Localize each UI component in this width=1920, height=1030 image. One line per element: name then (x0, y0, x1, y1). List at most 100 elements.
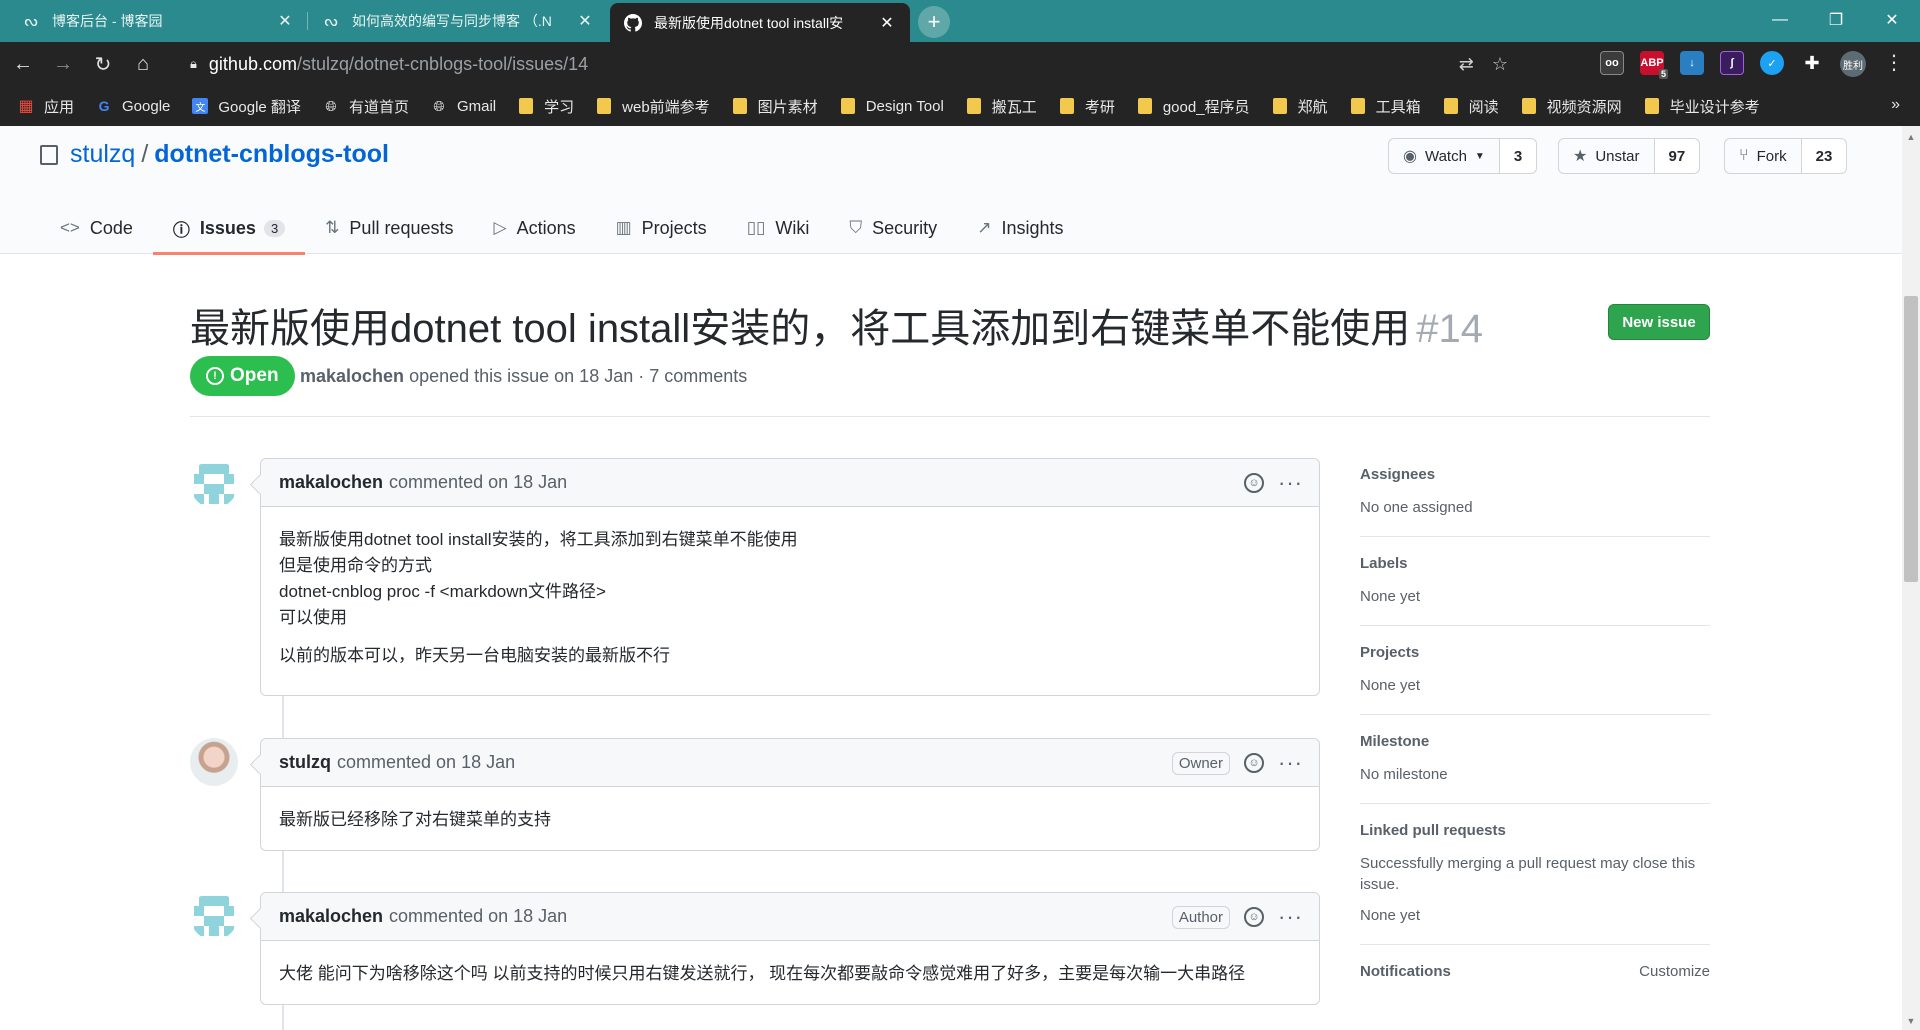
comment-paragraph: 以前的版本可以，昨天另一台电脑安装的最新版不行 (279, 646, 670, 665)
kebab-horizontal-icon[interactable]: ··· (1278, 472, 1303, 494)
shield-icon: ⛉ (849, 218, 863, 237)
comment-author-link[interactable]: makalochen (279, 906, 383, 927)
tab-issues[interactable]: ⓘ Issues 3 (152, 202, 306, 255)
close-tab-icon[interactable]: ✕ (878, 13, 896, 33)
close-tab-icon[interactable]: ✕ (576, 11, 594, 31)
browser-tab[interactable]: ᔓ 如何高效的编写与同步博客 （.N ✕ (308, 0, 608, 42)
kebab-horizontal-icon[interactable]: ··· (1278, 906, 1303, 928)
minimize-icon[interactable]: — (1752, 0, 1808, 40)
sidebar-heading[interactable]: Projects (1360, 644, 1419, 661)
bookmarks-overflow-icon[interactable]: » (1891, 96, 1900, 114)
bookmark-item[interactable]: G Google (96, 98, 171, 115)
tab-label: Projects (641, 217, 707, 238)
bookmark-folder[interactable]: 学习 (518, 96, 574, 117)
bookmark-item[interactable]: 🌐︎ 有道首页 (323, 96, 409, 117)
kebab-horizontal-icon[interactable]: ··· (1278, 752, 1303, 774)
watch-count[interactable]: 3 (1499, 138, 1538, 174)
tab-security[interactable]: ⛉ Security (829, 202, 957, 254)
bookmark-folder[interactable]: 郑航 (1272, 96, 1328, 117)
smiley-icon[interactable]: ☺ (1244, 753, 1265, 773)
translate-page-icon[interactable]: ⇄ (1459, 54, 1474, 75)
close-window-icon[interactable]: ✕ (1864, 0, 1920, 40)
extension-icon[interactable]: ✓ (1760, 51, 1784, 75)
bookmark-folder[interactable]: Design Tool (840, 98, 944, 115)
sidebar-heading[interactable]: Assignees (1360, 466, 1435, 483)
home-icon[interactable]: ⌂ (126, 47, 160, 81)
bookmark-folder[interactable]: good_程序员 (1137, 96, 1250, 117)
fork-button[interactable]: ⑂ Fork (1724, 138, 1802, 174)
repo-name-link[interactable]: dotnet-cnblogs-tool (154, 140, 389, 169)
forward-arrow-icon[interactable]: → (46, 47, 80, 81)
star-count[interactable]: 97 (1654, 138, 1701, 174)
github-icon (624, 13, 642, 32)
fork-count[interactable]: 23 (1801, 138, 1848, 174)
extension-icon[interactable]: ʃ (1720, 51, 1744, 75)
unstar-button[interactable]: ★ Unstar (1558, 138, 1655, 174)
scrollbar-thumb[interactable] (1904, 296, 1918, 582)
comment-timestamp[interactable]: commented on 18 Jan (389, 906, 567, 927)
smiley-icon[interactable]: ☺ (1244, 907, 1265, 927)
sidebar-value: None yet (1360, 588, 1421, 605)
bookmark-folder[interactable]: 考研 (1059, 96, 1115, 117)
bookmark-folder[interactable]: 阅读 (1443, 96, 1499, 117)
bookmark-folder[interactable]: 视频资源网 (1521, 96, 1622, 117)
tab-actions[interactable]: ▷ Actions (473, 202, 595, 254)
browser-tab-active[interactable]: 最新版使用dotnet tool install安 ✕ (610, 3, 910, 42)
lock-icon: 🔒︎ (190, 56, 197, 71)
restore-icon[interactable]: ❐ (1808, 0, 1864, 40)
new-tab-plus-icon[interactable]: + (918, 6, 950, 38)
apps-grid-icon: ▦ (18, 98, 34, 115)
browser-toolbar: ← → ↻ ⌂ 🔒︎ github.com/stulzq/dotnet-cnbl… (0, 42, 1920, 86)
bookmark-item[interactable]: 🌐︎ Gmail (431, 98, 496, 115)
tab-pull-requests[interactable]: ⇅ Pull requests (305, 202, 473, 254)
bookmark-item[interactable]: 文 Google 翻译 (192, 96, 301, 117)
comment-line: 最新版使用dotnet tool install安装的，将工具添加到右键菜单不能… (279, 530, 798, 549)
sidebar-heading[interactable]: Labels (1360, 555, 1408, 572)
bookmark-item[interactable]: ▦ 应用 (18, 96, 74, 117)
avatar[interactable] (190, 460, 238, 508)
sidebar-heading[interactable]: Linked pull requests (1360, 822, 1506, 839)
repo-owner-link[interactable]: stulzq (70, 140, 135, 169)
avatar[interactable] (190, 738, 238, 786)
scroll-up-icon[interactable]: ▲ (1902, 128, 1920, 146)
customize-link[interactable]: Customize (1639, 963, 1710, 980)
bookmark-label: 视频资源网 (1546, 98, 1622, 116)
watch-button[interactable]: ◉ Watch ▼ (1388, 138, 1500, 174)
tab-projects[interactable]: ▥ Projects (596, 202, 727, 254)
bookmark-folder[interactable]: web前端参考 (596, 96, 710, 117)
bookmark-star-icon[interactable]: ☆ (1492, 54, 1508, 75)
bookmarks-bar: ▦ 应用 G Google 文 Google 翻译 🌐︎ 有道首页 🌐︎ Gmail 学习… (0, 86, 1920, 126)
smiley-icon[interactable]: ☺ (1244, 473, 1265, 493)
download-icon[interactable]: ↓ (1680, 51, 1704, 75)
repo-title: stulzq / dotnet-cnblogs-tool (40, 140, 389, 169)
reload-icon[interactable]: ↻ (86, 47, 120, 81)
comment-author-link[interactable]: stulzq (279, 752, 331, 773)
url-host: github.com (208, 53, 297, 74)
address-bar[interactable]: 🔒︎ github.com/stulzq/dotnet-cnblogs-tool… (170, 46, 1520, 82)
avatar[interactable]: 胜利 (1840, 51, 1866, 77)
issue-author-link[interactable]: makalochen (300, 366, 404, 386)
puzzle-icon[interactable]: ✚ (1800, 51, 1824, 75)
comment-author-link[interactable]: makalochen (279, 472, 383, 493)
bookmark-folder[interactable]: 工具箱 (1350, 96, 1421, 117)
bookmark-folder[interactable]: 图片素材 (732, 96, 818, 117)
tab-wiki[interactable]: ▯▯ Wiki (727, 202, 830, 254)
menu-kebab-icon[interactable]: ⋮ (1884, 50, 1904, 75)
scroll-down-icon[interactable]: ▼ (1902, 1012, 1920, 1030)
star-filled-icon: ★ (1573, 148, 1588, 165)
extension-icon[interactable]: oo (1600, 51, 1624, 75)
new-issue-button[interactable]: New issue (1608, 304, 1710, 340)
avatar[interactable] (190, 892, 238, 940)
adblock-icon[interactable]: ABP 5 (1640, 51, 1668, 79)
tab-insights[interactable]: ↗ Insights (957, 202, 1083, 254)
close-tab-icon[interactable]: ✕ (276, 11, 294, 31)
back-arrow-icon[interactable]: ← (6, 47, 40, 81)
bookmark-folder[interactable]: 毕业设计参考 (1644, 96, 1760, 117)
sidebar-heading[interactable]: Milestone (1360, 733, 1429, 750)
browser-tab[interactable]: ᔓ 博客后台 - 博客园 ✕ (8, 0, 308, 42)
comment-timestamp[interactable]: commented on 18 Jan (389, 472, 567, 493)
bookmark-folder[interactable]: 搬瓦工 (966, 96, 1037, 117)
tab-code[interactable]: <> Code (40, 202, 153, 254)
comment-timestamp[interactable]: commented on 18 Jan (337, 752, 515, 773)
comment-body: 最新版使用dotnet tool install安装的，将工具添加到右键菜单不能… (261, 507, 1319, 689)
